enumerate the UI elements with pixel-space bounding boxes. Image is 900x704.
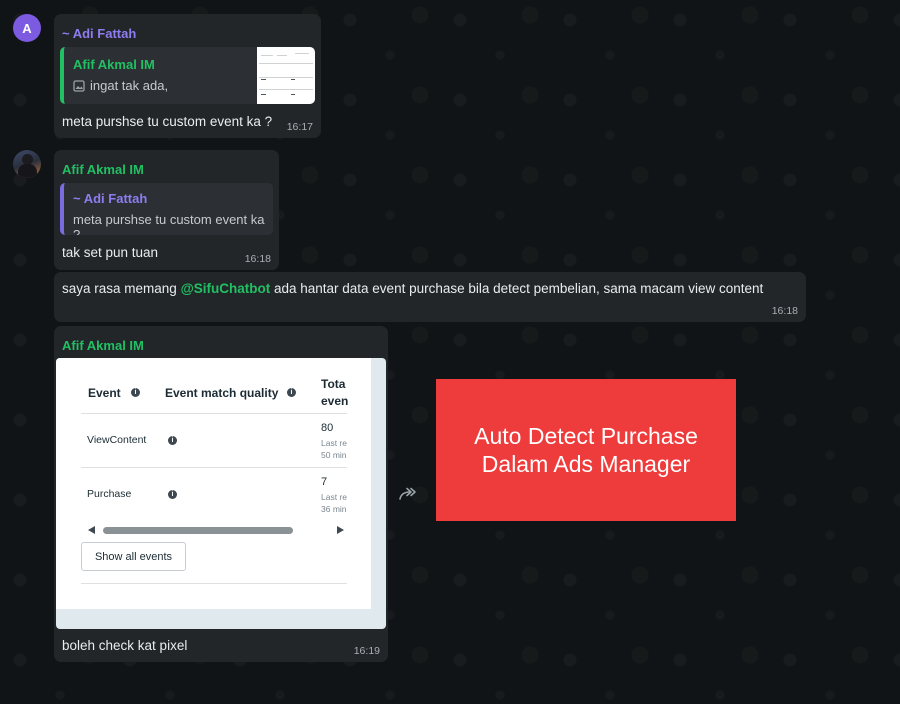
quote-sender: Afif Akmal IM: [73, 57, 155, 72]
avatar-letter: A: [22, 20, 32, 36]
message-text: meta purshse tu custom event ka ?: [62, 114, 273, 129]
message-sender[interactable]: Afif Akmal IM: [62, 162, 273, 177]
message-bubble[interactable]: ~ Adi Fattah Afif Akmal IM ingat tak ada…: [54, 14, 321, 138]
column-header: Event match quality: [165, 386, 279, 400]
event-time-ago: 50 min: [321, 450, 347, 460]
message-text-start: saya rasa memang: [62, 281, 181, 296]
scroll-right-icon[interactable]: [337, 526, 344, 534]
quoted-image-thumbnail: [257, 47, 315, 104]
sender-avatar[interactable]: A: [13, 14, 41, 42]
mention-link[interactable]: @SifuChatbot: [181, 281, 271, 296]
message-time: 16:17: [286, 121, 313, 133]
scroll-left-icon[interactable]: [88, 526, 95, 534]
event-name: Purchase: [87, 488, 132, 500]
column-header: Tota: [321, 377, 346, 391]
message-time: 16:18: [771, 305, 798, 317]
column-header: Event: [88, 386, 121, 400]
scroll-thumb[interactable]: [103, 527, 293, 534]
message-bubble[interactable]: saya rasa memang @SifuChatbot ada hantar…: [54, 272, 806, 322]
forward-icon[interactable]: [397, 485, 419, 503]
message-text-end: ada hantar data event purchase bila dete…: [270, 281, 764, 296]
sender-avatar[interactable]: [13, 150, 41, 178]
message-sender[interactable]: Afif Akmal IM: [62, 338, 382, 353]
promo-line-2: Dalam Ads Manager: [481, 451, 691, 477]
table-header-row: Event i Event match quality i Tota even: [81, 370, 349, 414]
event-count: 7: [321, 476, 328, 488]
event-last-received: Last re: [321, 438, 347, 448]
info-icon: i: [131, 388, 140, 397]
event-time-ago: 36 min: [321, 504, 347, 514]
message-sender[interactable]: ~ Adi Fattah: [62, 26, 315, 41]
divider: [81, 583, 347, 584]
message-text: boleh check kat pixel: [62, 638, 188, 653]
message-text: saya rasa memang @SifuChatbot ada hantar…: [62, 280, 763, 298]
quoted-message[interactable]: ~ Adi Fattah meta purshse tu custom even…: [60, 183, 273, 235]
event-count: 80: [321, 422, 334, 434]
promo-banner: Auto Detect Purchase Dalam Ads Manager: [436, 379, 736, 521]
table-row: Purchase i 7 Last re 36 min: [81, 468, 347, 520]
event-name: ViewContent: [87, 434, 147, 446]
show-all-events-button[interactable]: Show all events: [81, 542, 186, 571]
promo-line-1: Auto Detect Purchase: [474, 423, 698, 449]
quoted-message[interactable]: Afif Akmal IM ingat tak ada,: [60, 47, 315, 104]
message-bubble[interactable]: Afif Akmal IM ~ Adi Fattah meta purshse …: [54, 150, 279, 270]
table-row: ViewContent i 80 Last re 50 min: [81, 414, 347, 468]
message-text: tak set pun tuan: [62, 245, 159, 260]
quote-sender: ~ Adi Fattah: [73, 191, 148, 206]
message-image[interactable]: Event i Event match quality i Tota even …: [56, 358, 386, 629]
message-time: 16:18: [244, 253, 271, 265]
quote-text: meta purshse tu custom event ka ?: [73, 212, 265, 235]
events-table-panel: Event i Event match quality i Tota even …: [56, 358, 371, 609]
info-icon: i: [168, 490, 177, 499]
avatar-body: [18, 164, 37, 178]
column-header: even: [321, 394, 349, 408]
event-last-received: Last re: [321, 492, 347, 502]
quote-text: ingat tak ada,: [90, 78, 169, 93]
info-icon: i: [168, 436, 177, 445]
image-icon: [73, 79, 85, 92]
horizontal-scrollbar[interactable]: [88, 524, 344, 536]
message-time: 16:19: [353, 645, 380, 657]
info-icon: i: [287, 388, 296, 397]
